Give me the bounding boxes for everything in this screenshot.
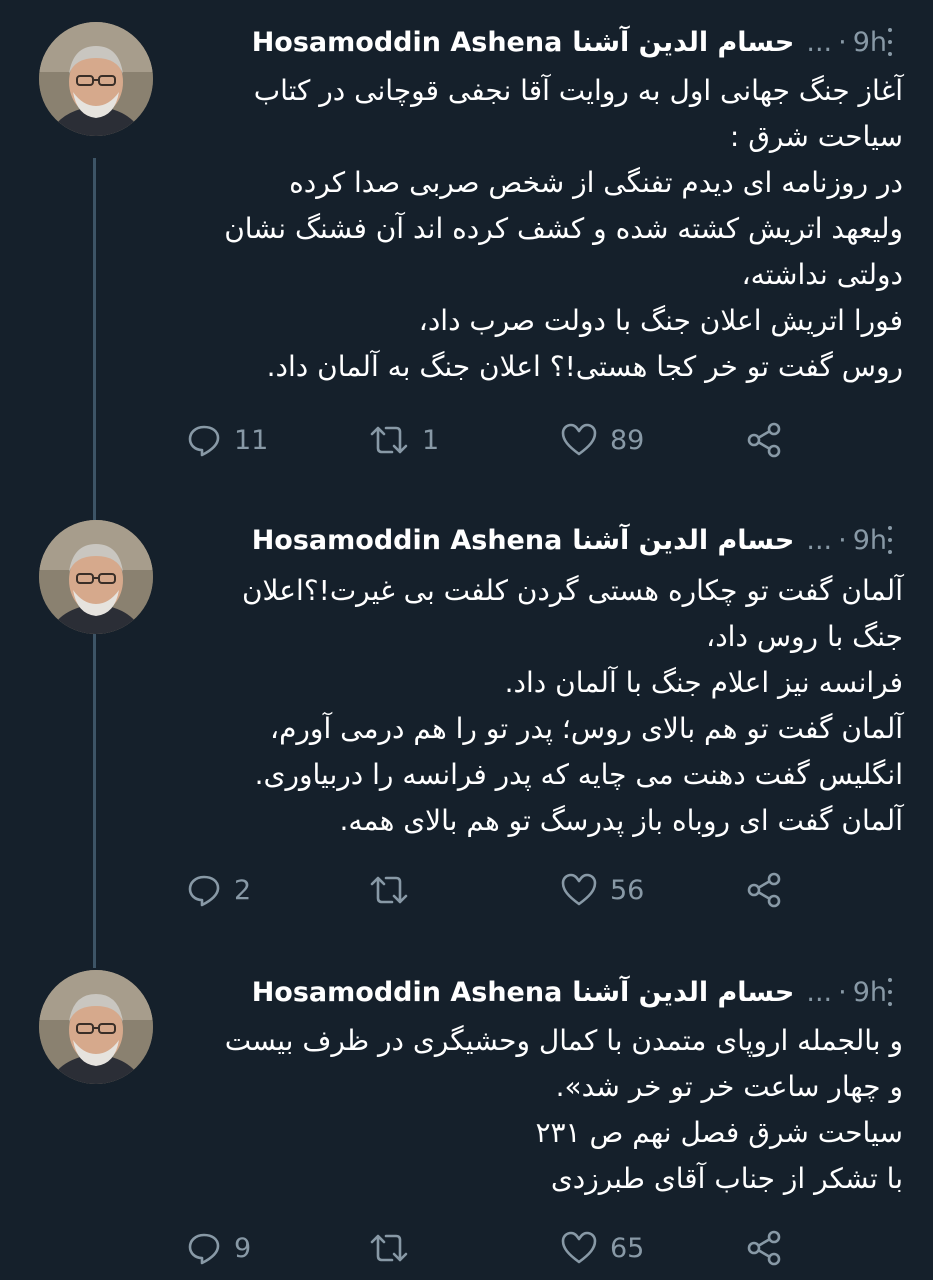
share-button[interactable] (746, 422, 782, 458)
display-name[interactable]: Hosamoddin Ashena (252, 525, 563, 556)
reply-icon (188, 425, 220, 457)
heart-icon (561, 423, 597, 456)
tweet-text: آغاز جنگ جهانی اول به روایت آقا نجفی قوچ… (224, 74, 903, 383)
tweet-actions: 11 1 89 (0, 422, 933, 462)
retweet-button[interactable] (368, 872, 422, 908)
like-button[interactable]: 56 (560, 872, 644, 908)
share-icon (747, 872, 781, 908)
more-options-icon[interactable] (887, 526, 893, 554)
dot-separator: · (838, 524, 847, 556)
tweet-header: Hosamoddin Ashena حسام الدین آشنا ... · … (252, 520, 887, 560)
display-name-fa[interactable]: حسام الدین آشنا (572, 525, 794, 556)
tweet-text: آلمان گفت تو چکاره هستی گردن کلفت بی غیر… (241, 574, 903, 837)
retweet-button[interactable]: 1 (368, 422, 439, 458)
share-button[interactable] (746, 872, 782, 908)
like-button[interactable]: 89 (560, 422, 644, 458)
retweet-icon (370, 426, 408, 454)
like-count: 89 (610, 424, 645, 456)
retweet-icon (370, 876, 408, 904)
like-button[interactable]: 65 (560, 1230, 644, 1266)
heart-icon (561, 1231, 597, 1264)
like-count: 65 (610, 1232, 645, 1264)
ellipsis: ... (806, 524, 833, 556)
dot-separator: · (838, 26, 847, 58)
ellipsis: ... (806, 26, 833, 58)
retweet-button[interactable] (368, 1230, 422, 1266)
avatar[interactable] (39, 970, 153, 1084)
share-icon (747, 1230, 781, 1266)
tweet-header: Hosamoddin Ashena حسام الدین آشنا ... · … (252, 22, 887, 62)
timestamp[interactable]: 9h (853, 27, 887, 58)
more-options-icon[interactable] (887, 28, 893, 56)
reply-count: 9 (234, 1232, 252, 1264)
more-options-icon[interactable] (887, 978, 893, 1006)
display-name-fa[interactable]: حسام الدین آشنا (572, 27, 794, 58)
tweet-actions: 9 65 (0, 1230, 933, 1270)
reply-icon (188, 875, 220, 907)
retweet-count: 1 (422, 424, 440, 456)
timestamp[interactable]: 9h (853, 525, 887, 556)
heart-icon (561, 873, 597, 906)
ellipsis: ... (806, 976, 833, 1008)
display-name[interactable]: Hosamoddin Ashena (252, 27, 563, 58)
reply-count: 2 (234, 874, 252, 906)
reply-button[interactable]: 11 (186, 422, 268, 458)
avatar[interactable] (39, 520, 153, 634)
reply-button[interactable]: 2 (186, 872, 251, 908)
reply-icon (188, 1233, 220, 1265)
share-icon (747, 422, 781, 458)
dot-separator: · (838, 976, 847, 1008)
reply-count: 11 (234, 424, 269, 456)
avatar[interactable] (39, 22, 153, 136)
share-button[interactable] (746, 1230, 782, 1266)
like-count: 56 (610, 874, 645, 906)
display-name-fa[interactable]: حسام الدین آشنا (572, 977, 794, 1008)
tweet-text: و بالجمله اروپای متمدن با کمال وحشیگری د… (224, 1024, 903, 1195)
timestamp[interactable]: 9h (853, 977, 887, 1008)
tweet-header: Hosamoddin Ashena حسام الدین آشنا ... · … (252, 972, 887, 1012)
display-name[interactable]: Hosamoddin Ashena (252, 977, 563, 1008)
tweet-actions: 2 56 (0, 872, 933, 912)
retweet-icon (370, 1234, 408, 1262)
reply-button[interactable]: 9 (186, 1230, 251, 1266)
